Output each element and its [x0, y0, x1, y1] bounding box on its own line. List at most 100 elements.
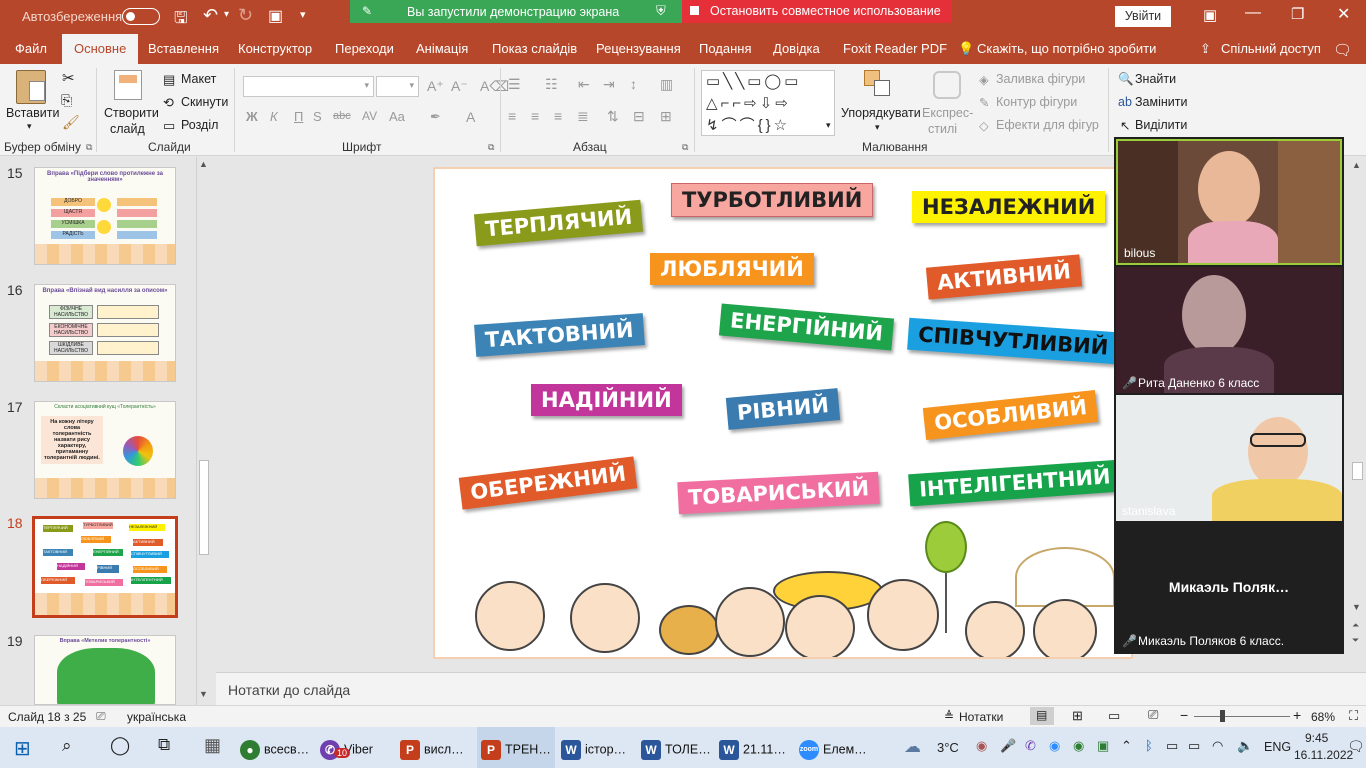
shadow-button[interactable]: S [313, 109, 322, 124]
battery-icon[interactable]: ▭ [1188, 738, 1200, 754]
word-tile[interactable]: НАДІЙНИЙ [531, 384, 682, 416]
slide-sorter-icon[interactable]: ⊞ [1072, 708, 1083, 724]
shape-fill-button[interactable]: Заливка фігури [996, 72, 1085, 86]
clock-date[interactable]: 16.11.2022 [1294, 748, 1353, 762]
tab-insert[interactable]: Вставлення [148, 41, 219, 56]
tray-security-icon[interactable]: ▣ [1097, 738, 1109, 754]
tab-animations[interactable]: Анімація [416, 41, 468, 56]
windows-start-icon[interactable]: ⊞ [14, 736, 31, 761]
align-left-icon[interactable]: ≡ [508, 108, 516, 124]
cut-icon[interactable]: ✂ [62, 69, 75, 87]
editor-scrollbar-thumb[interactable] [1352, 462, 1363, 480]
replace-button[interactable]: Замінити [1135, 95, 1187, 109]
paste-dropdown-icon[interactable]: ▾ [27, 121, 32, 132]
arrange-icon[interactable] [864, 70, 892, 98]
font-size-field[interactable]: ▾ [376, 76, 419, 97]
video-tile[interactable]: bilous [1116, 139, 1342, 265]
video-tile[interactable]: Микаэль Поляк… 🎤 Микаэль Поляков 6 класс… [1116, 525, 1342, 653]
increase-indent-icon[interactable]: ⇥ [603, 76, 615, 93]
minimize-icon[interactable]: — [1245, 4, 1261, 22]
restore-icon[interactable]: ❐ [1291, 5, 1304, 23]
undo-icon[interactable]: ↶ [203, 5, 218, 26]
word-tile[interactable]: ОСОБЛИВИЙ [922, 390, 1099, 440]
word-tile[interactable]: РІВНИЙ [725, 388, 841, 430]
shapes-more-icon[interactable]: ▾ [826, 120, 831, 131]
notifications-icon[interactable]: 🗨 [1347, 738, 1365, 755]
quick-styles-label-2[interactable]: стилі [928, 122, 957, 136]
font-color-icon[interactable]: A [466, 109, 475, 125]
word-tile[interactable]: ТАКТОВНИЙ [474, 313, 645, 357]
tray-zoom-icon[interactable]: ◉ [1049, 738, 1060, 754]
font-launcher-icon[interactable]: ⧉ [488, 142, 494, 153]
text-direction-icon[interactable]: ⇅ [607, 108, 619, 125]
tab-design[interactable]: Конструктор [238, 41, 312, 56]
tray-audio-icon[interactable]: 🎤 [1000, 738, 1016, 754]
signin-button[interactable]: Увійти [1115, 6, 1171, 27]
line-spacing-icon[interactable]: ↕ [630, 76, 637, 92]
taskbar-chrome[interactable]: ● всесв… [240, 727, 316, 768]
slide-thumb-17[interactable]: Скласти асоціативний кущ «Толерантність»… [34, 401, 176, 499]
search-icon[interactable]: ⌕ [62, 736, 72, 756]
temperature[interactable]: 3°C [937, 740, 959, 755]
zoom-slider-thumb[interactable] [1220, 710, 1225, 722]
editor-scrollbar[interactable]: ▲ ▼ ⏶ ⏷ [1349, 157, 1366, 671]
clear-format-icon[interactable]: A⌫ [480, 78, 509, 95]
tray-chrome-icon[interactable]: ◉ [1073, 738, 1084, 754]
select-button[interactable]: Виділити [1135, 118, 1187, 132]
task-view-icon[interactable]: ⧉ [158, 735, 170, 755]
fit-slide-icon[interactable]: ⛶ [1349, 708, 1358, 724]
new-slide-label-2[interactable]: слайд [110, 122, 145, 136]
tray-chevron-icon[interactable]: ⌃ [1121, 738, 1132, 754]
normal-view-button[interactable]: ▤ [1030, 707, 1054, 725]
smartart-icon[interactable]: ⊞ [660, 108, 672, 125]
bold-button[interactable]: Ж [246, 109, 258, 124]
slide-thumb-15[interactable]: Вправа «Підбери слово протилежне за знач… [34, 167, 176, 265]
paste-button[interactable]: Вставити [6, 106, 59, 120]
shapes-gallery[interactable]: ▭╲╲▭◯▭ △⌐⌐⇨⇩⇨ ↯⌒⌒{}☆ [701, 70, 835, 136]
tab-transitions[interactable]: Переходи [335, 41, 394, 56]
decrease-indent-icon[interactable]: ⇤ [578, 76, 590, 93]
taskbar-zoom[interactable]: zoom Елем… [799, 727, 875, 768]
strike-button[interactable]: abc [333, 110, 351, 122]
quick-styles-icon[interactable] [933, 71, 961, 99]
word-tile[interactable]: ТУРБОТЛИВИЙ [671, 183, 874, 217]
numbering-icon[interactable]: ☷ [545, 76, 558, 93]
underline-button[interactable]: П [294, 109, 303, 124]
arrange-button[interactable]: Упорядкувати [841, 106, 921, 120]
taskbar-viber[interactable]: ✆ Viber 10 [320, 727, 396, 768]
word-tile[interactable]: ОБЕРЕЖНИЙ [458, 456, 638, 510]
zoom-level[interactable]: 68% [1311, 710, 1335, 724]
word-tile[interactable]: ІНТЕЛІГЕНТНИЙ [908, 459, 1122, 507]
align-text-icon[interactable]: ⊟ [633, 108, 645, 125]
slideshow-icon[interactable]: ⎚ [1148, 707, 1158, 723]
notes-placeholder[interactable]: Нотатки до слайда [228, 682, 350, 698]
undo-dropdown-icon[interactable]: ▾ [224, 9, 229, 20]
italic-button[interactable]: К [270, 109, 278, 124]
justify-icon[interactable]: ≣ [577, 108, 589, 125]
zoom-out-icon[interactable]: − [1180, 707, 1188, 723]
tell-me-input[interactable]: Скажіть, що потрібно зробити [977, 41, 1156, 56]
zoom-in-icon[interactable]: + [1293, 707, 1301, 723]
notes-pane[interactable]: Нотатки до слайда [216, 672, 1366, 705]
change-case-icon[interactable]: Aa [389, 109, 405, 124]
taskbar-powerpoint-2[interactable]: P ТРЕН… [477, 727, 555, 768]
zoom-slider[interactable] [1194, 716, 1290, 717]
word-tile[interactable]: АКТИВНИЙ [925, 254, 1083, 300]
thumbnail-scrollbar[interactable]: ▲ ▼ [196, 157, 210, 705]
clock-time[interactable]: 9:45 [1305, 731, 1328, 745]
cloud-icon[interactable]: ☁ [904, 737, 921, 757]
volume-icon[interactable]: 🔈 [1237, 738, 1253, 754]
tray-viber-icon[interactable]: ✆ [1025, 738, 1036, 754]
word-tile[interactable]: НЕЗАЛЕЖНИЙ [912, 191, 1106, 223]
word-tile[interactable]: ЛЮБЛЯЧИЙ [650, 253, 814, 285]
taskbar-powerpoint-1[interactable]: Pвисл… [400, 727, 476, 768]
shape-effects-button[interactable]: Ефекти для фігур [996, 118, 1099, 132]
taskbar-word-3[interactable]: W 21.11… [719, 727, 795, 768]
slide-canvas[interactable]: ТЕРПЛЯЧИЙ ТУРБОТЛИВИЙ НЕЗАЛЕЖНИЙ ЛЮБЛЯЧИ… [433, 167, 1133, 659]
word-tile[interactable]: ЕНЕРГІЙНИЙ [718, 303, 895, 351]
ribbon-display-icon[interactable]: ▣ [1203, 6, 1217, 24]
taskbar-word-1[interactable]: Wістор… [561, 727, 637, 768]
customize-toolbar-icon[interactable]: ▾ [300, 8, 306, 21]
slide-thumb-16[interactable]: Вправа «Впізнай вид насилля за описом» Ф… [34, 284, 176, 382]
tab-review[interactable]: Рецензування [596, 41, 681, 56]
